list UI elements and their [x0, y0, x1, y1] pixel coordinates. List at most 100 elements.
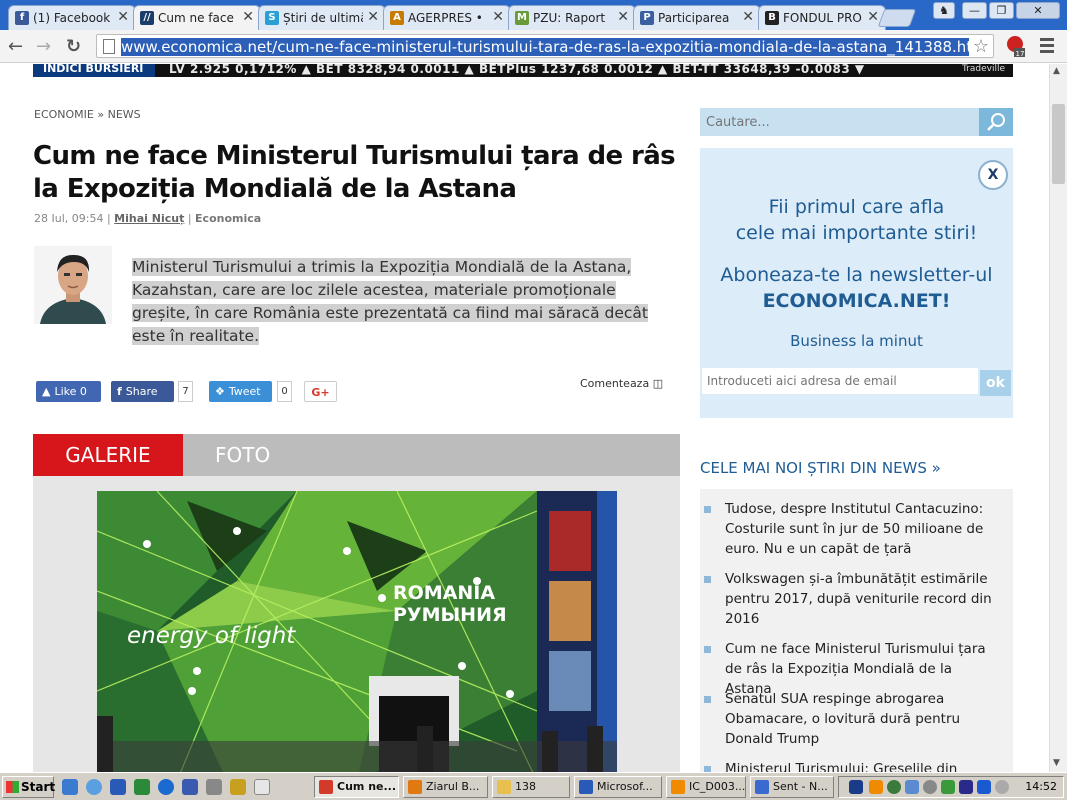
close-tab-icon[interactable]: ✕ — [492, 9, 504, 25]
article-date: 28 Iul, 09:54 — [34, 212, 104, 225]
news-item[interactable]: Senatul SUA respinge abrogarea Obamacare… — [725, 689, 1001, 749]
news-item[interactable]: Volkswagen și-a îmbunătățit estimările p… — [725, 569, 1001, 629]
search-input[interactable] — [700, 108, 978, 136]
bullet-icon — [704, 696, 711, 703]
minimize-button[interactable]: — — [962, 2, 987, 19]
tab-label: Cum ne face — [158, 11, 234, 25]
comment-label: Comenteaza — [580, 377, 650, 390]
gallery-photo[interactable]: energy of light ROMANIA РУМЫНИЯ — [97, 491, 617, 772]
thumbs-up-icon: ▲ — [42, 385, 51, 398]
news-item[interactable]: Tudose, despre Institutul Cantacuzino: C… — [725, 499, 1001, 559]
user-profile-button[interactable]: ♞ — [933, 2, 955, 19]
browser-tab[interactable]: // Cum ne face ✕ — [133, 5, 261, 30]
bullet-icon — [704, 506, 711, 513]
taskbar-button-label: Cum ne... — [337, 780, 397, 793]
tab-galerie[interactable]: GALERIE — [33, 434, 183, 476]
google-plus-button[interactable]: G+ — [304, 381, 337, 402]
photo-caption-romania: ROMANIA — [393, 582, 495, 604]
monitor-icon[interactable] — [977, 780, 991, 794]
close-tab-icon[interactable]: ✕ — [367, 9, 379, 25]
latest-news-heading[interactable]: CELE MAI NOI ȘTIRI DIN NEWS » — [700, 459, 941, 477]
restore-button[interactable]: ❐ — [989, 2, 1014, 19]
back-arrow-icon[interactable]: ← — [8, 36, 23, 57]
newsletter-close-button[interactable]: X — [978, 160, 1008, 190]
browser-tab[interactable]: S Știri de ultimă ✕ — [258, 5, 386, 30]
browser-tab[interactable]: B FONDUL PRO ✕ — [758, 5, 886, 30]
article-lead-text: Ministerul Turismului a trimis la Expozi… — [132, 258, 648, 345]
tweet-button[interactable]: ❖ Tweet — [209, 381, 272, 402]
address-bar[interactable]: www.economica.net/cum-ne-face-ministerul… — [96, 34, 994, 58]
facebook-icon: f — [117, 385, 122, 398]
news-item[interactable]: Ministerul Turismului: Greșelile din mat… — [725, 759, 1001, 772]
search-icon — [987, 113, 1005, 131]
excel-icon[interactable] — [134, 779, 150, 795]
browser-tab[interactable]: M PZU: Raport ✕ — [508, 5, 636, 30]
forward-arrow-icon[interactable]: → — [36, 36, 51, 57]
menu-icon[interactable] — [1040, 38, 1054, 56]
tweet-count: 0 — [277, 381, 292, 402]
taskbar-button[interactable]: 138 — [492, 776, 570, 798]
facebook-like-button[interactable]: ▲ Like 0 — [36, 381, 101, 402]
antivirus-icon[interactable] — [887, 780, 901, 794]
browser-tab[interactable]: A AGERPRES • ✕ — [383, 5, 511, 30]
ticker-brand[interactable]: Tradeville — [962, 64, 1005, 74]
close-window-button[interactable]: ✕ — [1016, 2, 1060, 19]
scroll-up-arrow-icon[interactable]: ▲ — [1053, 66, 1060, 76]
article-author[interactable]: Mihai Nicuț — [114, 212, 184, 225]
update-icon[interactable] — [941, 780, 955, 794]
scroll-down-arrow-icon[interactable]: ▼ — [1053, 758, 1060, 768]
share-count: 7 — [178, 381, 193, 402]
word-icon[interactable] — [110, 779, 126, 795]
ie-icon[interactable] — [86, 779, 102, 795]
mail-icon — [755, 780, 769, 794]
start-button[interactable]: Start — [2, 776, 55, 798]
twitter-bird-icon: ❖ — [215, 385, 225, 398]
clock-tray-icon[interactable] — [995, 780, 1009, 794]
tool-icon[interactable] — [230, 779, 246, 795]
taskbar-button[interactable]: Cum ne... — [314, 776, 399, 798]
system-clock[interactable]: 14:52 — [1025, 780, 1057, 793]
taskbar-button[interactable]: Sent - N... — [750, 776, 834, 798]
notepad-icon[interactable] — [254, 779, 270, 795]
facebook-share-button[interactable]: f Share — [111, 381, 174, 402]
extension-icon[interactable]: 17 — [1005, 35, 1025, 57]
new-tab-button[interactable] — [877, 9, 917, 27]
close-tab-icon[interactable]: ✕ — [742, 9, 754, 25]
language-icon[interactable] — [849, 780, 863, 794]
mail-icon[interactable] — [206, 779, 222, 795]
comment-link[interactable]: Comenteaza ◫ — [580, 377, 663, 390]
word-icon — [579, 780, 593, 794]
latest-news-list: Tudose, despre Institutul Cantacuzino: C… — [700, 489, 1013, 772]
close-tab-icon[interactable]: ✕ — [117, 9, 129, 25]
show-desktop-icon[interactable] — [62, 779, 78, 795]
newsletter-ok-button[interactable]: ok — [980, 370, 1011, 396]
breadcrumb[interactable]: ECONOMIE » NEWS — [34, 108, 141, 121]
taskbar-button[interactable]: IC_D003... — [666, 776, 746, 798]
reload-icon[interactable]: ↻ — [66, 36, 81, 57]
bookmark-star-icon[interactable]: ☆ — [973, 36, 989, 57]
volume-icon[interactable] — [923, 780, 937, 794]
ie-icon[interactable] — [158, 779, 174, 795]
taskbar-button-label: Ziarul B... — [426, 780, 480, 793]
messenger-icon[interactable] — [182, 779, 198, 795]
close-tab-icon[interactable]: ✕ — [867, 9, 879, 25]
ticker-label: INDICI BURSIERI — [33, 64, 155, 77]
tab-label: AGERPRES • — [408, 11, 483, 25]
scrollbar-thumb[interactable] — [1052, 104, 1065, 184]
browser-tab[interactable]: P Participarea ✕ — [633, 5, 761, 30]
vlc-icon[interactable] — [869, 780, 883, 794]
article-source[interactable]: Economica — [195, 212, 261, 225]
taskbar-button[interactable]: Microsof... — [574, 776, 662, 798]
tab-foto[interactable]: FOTO — [215, 434, 270, 476]
close-tab-icon[interactable]: ✕ — [617, 9, 629, 25]
chrome-icon — [319, 780, 333, 794]
taskbar-button[interactable]: Ziarul B... — [403, 776, 488, 798]
close-tab-icon[interactable]: ✕ — [242, 9, 254, 25]
display-icon[interactable] — [959, 780, 973, 794]
page-scrollbar[interactable]: ▲ ▼ — [1049, 64, 1067, 772]
address-bar-url[interactable]: www.economica.net/cum-ne-face-ministerul… — [121, 38, 969, 56]
newsletter-email-input[interactable] — [702, 368, 978, 394]
network-icon[interactable] — [905, 780, 919, 794]
browser-tab[interactable]: f (1) Facebook ✕ — [8, 5, 136, 30]
search-button[interactable] — [979, 108, 1013, 136]
